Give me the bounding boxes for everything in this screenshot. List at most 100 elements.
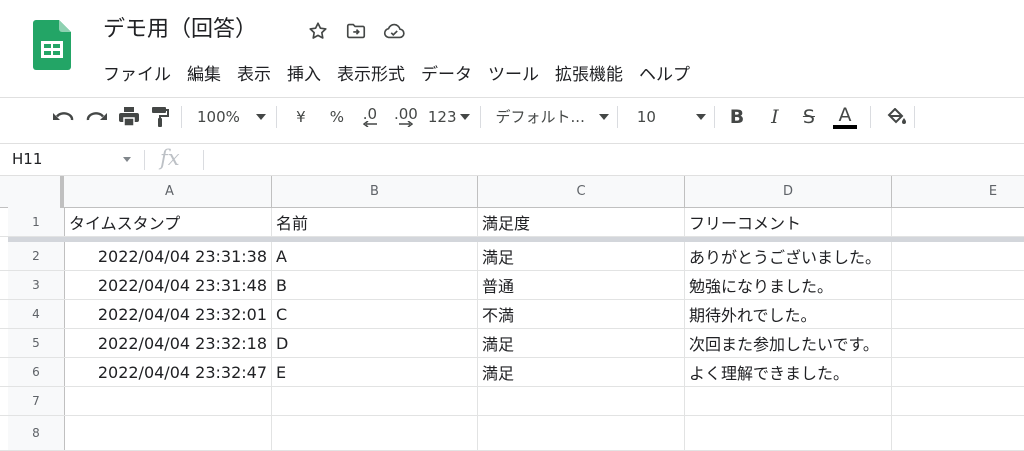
currency-format-button[interactable]: ¥ [288, 102, 314, 132]
table-row: 7 [0, 387, 1024, 416]
strikethrough-button[interactable]: S [796, 102, 822, 132]
font-family-select[interactable]: デフォルト... [496, 102, 609, 132]
redo-icon[interactable] [82, 102, 112, 132]
cell[interactable] [272, 416, 478, 450]
cell[interactable]: 勉強になりました。 [685, 271, 892, 299]
undo-icon[interactable] [50, 102, 76, 132]
menu-extensions[interactable]: 拡張機能 [550, 56, 628, 89]
column-header-e[interactable]: E [892, 176, 1024, 208]
fill-color-icon[interactable] [884, 102, 910, 132]
menu-edit[interactable]: 編集 [182, 56, 226, 89]
cloud-saved-icon[interactable] [382, 19, 406, 43]
cell[interactable]: 普通 [478, 271, 685, 299]
cell[interactable]: 満足 [478, 242, 685, 270]
row-header[interactable]: 3 [8, 271, 65, 299]
zoom-select[interactable]: 100% [197, 102, 266, 132]
text-color-button[interactable]: A [830, 102, 860, 132]
font-size-value: 10 [636, 107, 656, 126]
menu-tools[interactable]: ツール [483, 56, 544, 89]
menu-help[interactable]: ヘルプ [634, 56, 695, 89]
cell[interactable] [478, 387, 685, 415]
table-row: 5 2022/04/04 23:32:18 D 満足 次回また参加したいです。 [0, 329, 1024, 358]
formula-bar: H11 fx [0, 143, 1024, 176]
chevron-down-icon [459, 113, 470, 120]
cell[interactable]: 期待外れでした。 [685, 300, 892, 328]
cell[interactable]: よく理解できました。 [685, 358, 892, 386]
cell[interactable] [892, 271, 1024, 299]
increase-decimal-button[interactable]: .00 [388, 102, 424, 132]
cell[interactable] [65, 387, 272, 415]
cell[interactable]: ありがとうございました。 [685, 242, 892, 270]
italic-button[interactable]: I [762, 102, 788, 132]
menu-data[interactable]: データ [416, 56, 477, 89]
table-row: 2 2022/04/04 23:31:38 A 満足 ありがとうございました。 [0, 242, 1024, 271]
percent-format-button[interactable]: % [324, 102, 350, 132]
cell[interactable]: 名前 [272, 208, 478, 236]
more-formats-button[interactable]: 123 [428, 102, 470, 132]
chevron-down-icon [598, 113, 609, 120]
row-header[interactable]: 6 [8, 358, 65, 386]
row-header[interactable]: 1 [8, 208, 65, 236]
menu-view[interactable]: 表示 [232, 56, 276, 89]
cell[interactable] [892, 242, 1024, 270]
cell[interactable]: 2022/04/04 23:31:48 [65, 271, 272, 299]
cell[interactable]: 満足度 [478, 208, 685, 236]
cell[interactable] [892, 208, 1024, 236]
cell[interactable]: フリーコメント [685, 208, 892, 236]
row-header[interactable]: 4 [8, 300, 65, 328]
print-icon[interactable] [114, 102, 144, 132]
cell[interactable]: 満足 [478, 329, 685, 357]
table-row: 4 2022/04/04 23:32:01 C 不満 期待外れでした。 [0, 300, 1024, 329]
toolbar-divider [616, 105, 618, 128]
cell[interactable] [892, 300, 1024, 328]
menu-file[interactable]: ファイル [98, 56, 176, 89]
cell[interactable] [685, 387, 892, 415]
menu-insert[interactable]: 挿入 [282, 56, 326, 89]
cell[interactable]: 2022/04/04 23:32:47 [65, 358, 272, 386]
cell[interactable]: 2022/04/04 23:32:01 [65, 300, 272, 328]
fx-icon: fx [160, 146, 180, 170]
cell[interactable]: D [272, 329, 478, 357]
cell[interactable]: 満足 [478, 358, 685, 386]
cell[interactable] [272, 387, 478, 415]
cell[interactable]: 2022/04/04 23:32:18 [65, 329, 272, 357]
cell[interactable] [892, 416, 1024, 450]
column-header-d[interactable]: D [685, 176, 892, 208]
cell[interactable]: B [272, 271, 478, 299]
paint-format-icon[interactable] [146, 102, 174, 132]
row-header[interactable]: 2 [8, 242, 65, 270]
cell[interactable]: タイムスタンプ [65, 208, 272, 236]
chevron-down-icon [255, 113, 266, 120]
chevron-down-icon[interactable] [123, 157, 131, 162]
bold-button[interactable]: B [724, 102, 750, 132]
cell[interactable] [892, 329, 1024, 357]
cell[interactable]: C [272, 300, 478, 328]
toolbar-divider [275, 105, 277, 128]
row-header[interactable]: 8 [8, 416, 65, 450]
cell[interactable]: 次回また参加したいです。 [685, 329, 892, 357]
document-title[interactable]: デモ用（回答） [103, 14, 257, 46]
cell[interactable]: A [272, 242, 478, 270]
move-to-folder-icon[interactable] [344, 19, 368, 43]
app-header: デモ用（回答） ファイル 編集 表示 挿入 表示形式 データ ツール 拡張機能 … [0, 0, 1024, 90]
sheets-logo-icon[interactable] [33, 20, 71, 70]
column-header-a[interactable]: A [68, 176, 272, 208]
select-all-corner[interactable] [8, 176, 64, 208]
cell[interactable]: 2022/04/04 23:31:38 [65, 242, 272, 270]
column-header-b[interactable]: B [272, 176, 478, 208]
column-header-c[interactable]: C [478, 176, 685, 208]
cell[interactable] [892, 387, 1024, 415]
star-icon[interactable] [306, 19, 330, 43]
name-box[interactable]: H11 [12, 150, 42, 168]
cell[interactable]: E [272, 358, 478, 386]
cell[interactable] [65, 416, 272, 450]
decrease-decimal-button[interactable]: .0 [354, 102, 386, 132]
cell[interactable] [478, 416, 685, 450]
cell[interactable]: 不満 [478, 300, 685, 328]
row-header[interactable]: 5 [8, 329, 65, 357]
cell[interactable] [892, 358, 1024, 386]
font-size-select[interactable]: 10 [637, 102, 706, 132]
row-header[interactable]: 7 [8, 387, 65, 415]
cell[interactable] [685, 416, 892, 450]
menu-format[interactable]: 表示形式 [332, 56, 410, 89]
